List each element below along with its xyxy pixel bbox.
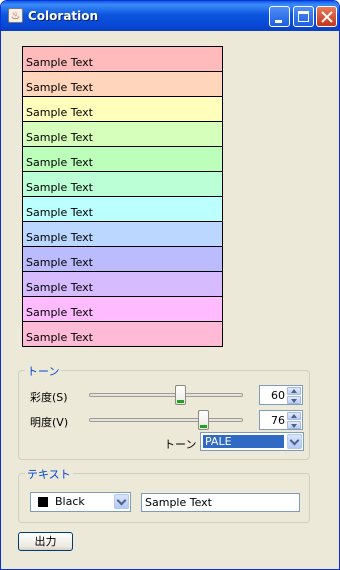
swatch-sample-text: Sample Text xyxy=(26,206,93,219)
brightness-slider[interactable] xyxy=(89,418,243,422)
brightness-slider-thumb[interactable] xyxy=(198,410,209,430)
maximize-icon xyxy=(298,11,309,22)
tone-group-label: トーン xyxy=(25,363,62,379)
saturation-value: 60 xyxy=(271,389,285,402)
swatch-sample-text: Sample Text xyxy=(26,256,93,269)
swatch-sample-text: Sample Text xyxy=(26,306,93,319)
saturation-spinner[interactable]: 60 xyxy=(259,385,303,405)
output-button[interactable]: 出力 xyxy=(18,532,73,551)
title-bar[interactable]: ♨ Coloration xyxy=(1,1,339,31)
maximize-button[interactable] xyxy=(293,6,314,27)
sample-text-input[interactable] xyxy=(141,493,300,512)
swatch-sample-text: Sample Text xyxy=(26,281,93,294)
swatch-sample-text: Sample Text xyxy=(26,106,93,119)
tone-select[interactable]: PALE xyxy=(200,432,304,451)
text-color-selected-value: Black xyxy=(55,495,85,508)
color-swatch-row: Sample Text xyxy=(23,72,222,97)
swatch-sample-text: Sample Text xyxy=(26,331,93,344)
color-swatch-row: Sample Text xyxy=(23,122,222,147)
brightness-spinner[interactable]: 76 xyxy=(259,410,303,430)
brightness-down-arrow-icon[interactable] xyxy=(287,421,301,429)
color-swatch-row: Sample Text xyxy=(23,272,222,297)
color-swatch-row: Sample Text xyxy=(23,247,222,272)
chevron-down-icon[interactable] xyxy=(287,434,302,449)
tone-label: トーン xyxy=(164,438,197,451)
brightness-up-arrow-icon[interactable] xyxy=(287,412,301,420)
color-swatch-row: Sample Text xyxy=(23,297,222,322)
java-app-icon[interactable]: ♨ xyxy=(8,8,23,23)
text-group-label: テキスト xyxy=(25,466,73,482)
color-swatch-row: Sample Text xyxy=(23,222,222,247)
brightness-label: 明度(V) xyxy=(30,416,69,429)
saturation-slider[interactable] xyxy=(89,393,243,397)
swatch-sample-text: Sample Text xyxy=(26,231,93,244)
tone-selected-value: PALE xyxy=(203,435,284,448)
saturation-slider-thumb[interactable] xyxy=(175,385,186,405)
color-swatch-row: Sample Text xyxy=(23,172,222,197)
coloration-window: ♨ Coloration Sample Text Sample Text Sampl… xyxy=(0,0,340,570)
saturation-up-arrow-icon[interactable] xyxy=(287,387,301,395)
saturation-label: 彩度(S) xyxy=(30,391,68,404)
swatch-sample-text: Sample Text xyxy=(26,181,93,194)
swatch-sample-text: Sample Text xyxy=(26,56,93,69)
color-swatch-row: Sample Text xyxy=(23,322,222,346)
color-swatch-row: Sample Text xyxy=(23,47,222,72)
swatch-sample-text: Sample Text xyxy=(26,131,93,144)
minimize-button[interactable] xyxy=(269,6,290,27)
chevron-down-icon[interactable] xyxy=(114,494,129,509)
color-swatch-row: Sample Text xyxy=(23,147,222,172)
window-title: Coloration xyxy=(28,9,99,23)
text-color-select[interactable]: Black xyxy=(30,492,131,512)
brightness-value: 76 xyxy=(271,414,285,427)
saturation-down-arrow-icon[interactable] xyxy=(287,396,301,404)
color-swatch-row: Sample Text xyxy=(23,197,222,222)
swatch-sample-text: Sample Text xyxy=(26,81,93,94)
color-swatch-icon xyxy=(38,497,48,507)
minimize-icon xyxy=(275,20,282,23)
color-swatch-list: Sample Text Sample Text Sample Text Sample … xyxy=(22,46,223,347)
swatch-sample-text: Sample Text xyxy=(26,156,93,169)
close-button[interactable] xyxy=(316,6,337,27)
color-swatch-row: Sample Text xyxy=(23,97,222,122)
